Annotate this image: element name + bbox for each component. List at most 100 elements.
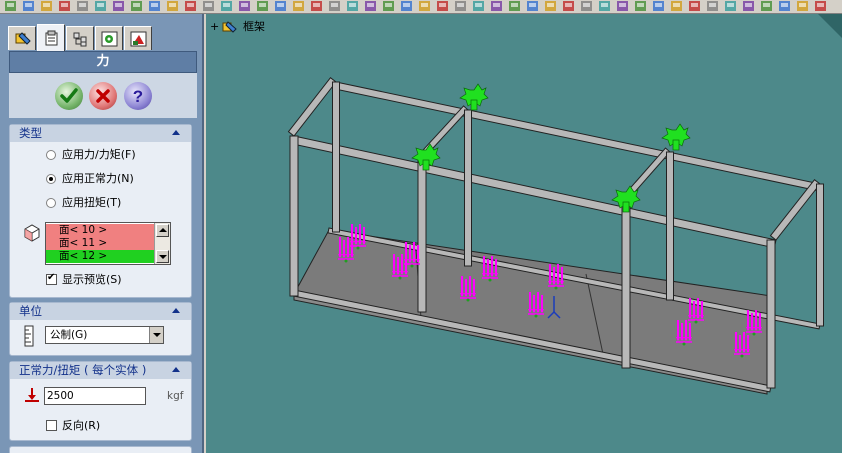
radio-button[interactable] [46, 150, 56, 160]
undo-icon[interactable] [580, 0, 593, 12]
tree-expand-icon[interactable]: + [210, 19, 219, 35]
frame-beam [333, 81, 821, 192]
print-icon[interactable] [58, 0, 71, 12]
frame-model[interactable] [206, 14, 842, 453]
units-group-header[interactable]: 单位 [10, 303, 191, 320]
rebuild-icon[interactable] [364, 0, 377, 12]
collapse-icon[interactable] [172, 130, 180, 135]
save-icon[interactable] [544, 0, 557, 12]
undo-icon[interactable] [202, 0, 215, 12]
open-icon[interactable] [652, 0, 665, 12]
cancel-button[interactable] [89, 82, 117, 110]
new-icon[interactable] [508, 0, 521, 12]
print-icon[interactable] [184, 0, 197, 12]
open-icon[interactable] [400, 0, 413, 12]
fixture-marker[interactable] [661, 123, 691, 151]
frame-column [666, 151, 674, 301]
print-icon[interactable] [562, 0, 575, 12]
scroll-down-button[interactable] [156, 250, 169, 263]
tab-feature-manager[interactable] [8, 26, 36, 50]
redo-icon[interactable] [472, 0, 485, 12]
radio-button[interactable] [46, 174, 56, 184]
display-manager-icon [130, 31, 147, 47]
close-icon [96, 89, 110, 103]
reverse-direction-checkbox[interactable] [46, 420, 57, 431]
force-value-input[interactable]: 2500 [44, 387, 146, 405]
collapse-icon[interactable] [172, 308, 180, 313]
open-icon[interactable] [274, 0, 287, 12]
units-select[interactable]: 公制(G) [45, 326, 164, 344]
undo-icon[interactable] [706, 0, 719, 12]
face-selection-list[interactable]: 面< 10 > 面< 11 > 面< 12 > [45, 222, 171, 265]
new-icon[interactable] [382, 0, 395, 12]
radio-button[interactable] [46, 198, 56, 208]
help-icon: ? [133, 87, 143, 106]
help-button[interactable]: ? [124, 82, 152, 110]
units-select-value: 公制(G) [50, 329, 88, 341]
property-manager-icon [45, 30, 58, 46]
open-icon[interactable] [148, 0, 161, 12]
show-preview-checkbox[interactable] [46, 272, 57, 285]
open-icon[interactable] [526, 0, 539, 12]
new-icon[interactable] [4, 0, 17, 12]
print-icon[interactable] [814, 0, 827, 12]
property-manager-panel: 力 ? 类型 应用力/力矩(F) 应用正常力(N) 应用扭矩(T) 面< 10 … [0, 14, 204, 453]
save-icon[interactable] [40, 0, 53, 12]
undo-icon[interactable] [328, 0, 341, 12]
force-group: 正常力/扭矩 ( 每个实体 ) 2500 kgf 反向(R) [9, 361, 192, 441]
redo-icon[interactable] [94, 0, 107, 12]
radio-label: 应用力/力矩(F) [62, 148, 136, 161]
type-group-header[interactable]: 类型 [10, 125, 191, 142]
tab-dimxpert-manager[interactable] [95, 26, 123, 50]
redo-icon[interactable] [346, 0, 359, 12]
new-icon[interactable] [130, 0, 143, 12]
frame-beam [769, 178, 821, 241]
force-group-title: 正常力/扭矩 ( 每个实体 ) [19, 363, 147, 377]
save-icon[interactable] [796, 0, 809, 12]
list-item[interactable]: 面< 11 > [46, 237, 154, 250]
frame-column [289, 135, 299, 297]
frame-column [332, 81, 340, 233]
redo-icon[interactable] [598, 0, 611, 12]
redo-icon[interactable] [724, 0, 737, 12]
frame-column [417, 159, 427, 313]
print-icon[interactable] [436, 0, 449, 12]
rebuild-icon[interactable] [238, 0, 251, 12]
redo-icon[interactable] [220, 0, 233, 12]
radio-label: 应用正常力(N) [62, 172, 134, 185]
print-icon[interactable] [310, 0, 323, 12]
undo-icon[interactable] [76, 0, 89, 12]
print-icon[interactable] [688, 0, 701, 12]
tab-configuration-manager[interactable] [66, 26, 94, 50]
list-scrollbar[interactable] [154, 223, 170, 264]
rebuild-icon[interactable] [742, 0, 755, 12]
list-item[interactable]: 面< 12 > [46, 250, 154, 263]
scroll-up-button[interactable] [156, 224, 169, 237]
save-icon[interactable] [670, 0, 683, 12]
rebuild-icon[interactable] [490, 0, 503, 12]
svg-text:?: ? [133, 87, 143, 106]
units-group: 单位 公制(G) [9, 302, 192, 356]
tab-display-manager[interactable] [124, 26, 152, 50]
graphics-viewport[interactable]: + 框架 [206, 14, 842, 453]
save-icon[interactable] [166, 0, 179, 12]
list-item[interactable]: 面< 10 > [46, 224, 154, 237]
save-icon[interactable] [292, 0, 305, 12]
new-icon[interactable] [760, 0, 773, 12]
tab-property-manager[interactable] [37, 24, 65, 51]
rebuild-icon[interactable] [616, 0, 629, 12]
rebuild-icon[interactable] [112, 0, 125, 12]
new-icon[interactable] [256, 0, 269, 12]
undo-icon[interactable] [454, 0, 467, 12]
force-group-header[interactable]: 正常力/扭矩 ( 每个实体 ) [10, 362, 191, 379]
new-icon[interactable] [634, 0, 647, 12]
chevron-down-icon[interactable] [149, 327, 163, 343]
viewport-corner [818, 14, 842, 38]
save-icon[interactable] [418, 0, 431, 12]
reverse-direction-label: 反向(R) [62, 419, 101, 432]
collapse-icon[interactable] [172, 367, 180, 372]
open-icon[interactable] [22, 0, 35, 12]
open-icon[interactable] [778, 0, 791, 12]
show-preview-label: 显示预览(S) [62, 273, 122, 286]
ok-button[interactable] [55, 82, 83, 110]
